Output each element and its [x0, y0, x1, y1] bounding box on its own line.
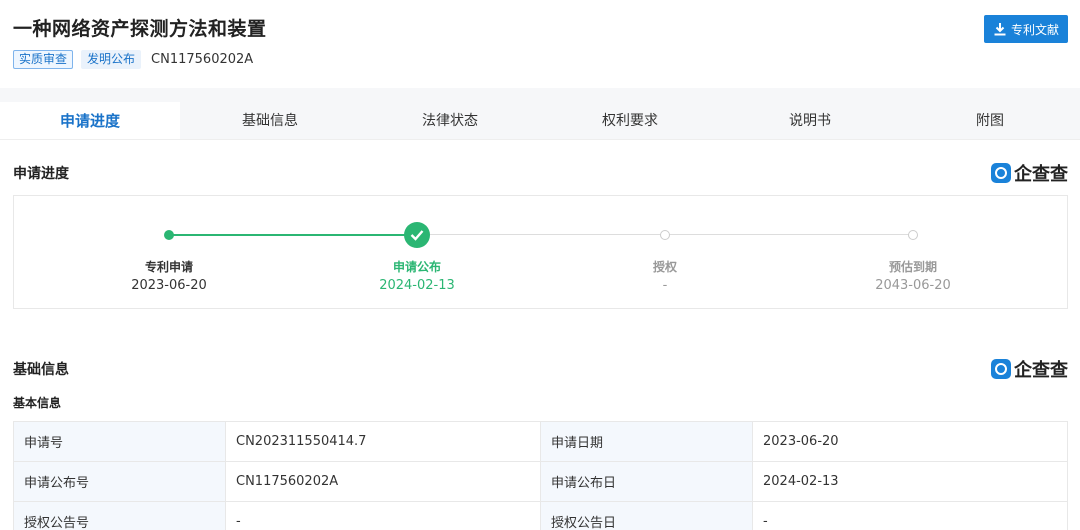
progress-timeline: 专利申请 2023-06-20 申请公布 2024-02-13 授权 - 预估到… — [13, 195, 1068, 309]
step-granted: 授权 - — [585, 258, 745, 293]
brand-logo-basic[interactable]: 企查查 — [991, 356, 1068, 382]
step-dot-applied — [164, 230, 174, 240]
step-label: 授权 — [652, 260, 677, 274]
basic-info-table: 申请号 CN202311550414.7 申请日期 2023-06-20 申请公… — [13, 421, 1068, 530]
field-label: 申请日期 — [540, 421, 753, 462]
field-value: 2023-06-20 — [752, 421, 1068, 462]
step-label: 专利申请 — [144, 260, 193, 274]
table-row: 申请公布号 CN117560202A 申请公布日 2024-02-13 — [13, 461, 1068, 502]
tab-basic-info[interactable]: 基础信息 — [180, 102, 360, 139]
progress-line-done — [169, 234, 417, 236]
patent-document-label: 专利文献 — [1010, 22, 1059, 37]
brand-logo-progress[interactable]: 企查查 — [991, 160, 1068, 186]
step-date: 2043-06-20 — [875, 278, 951, 293]
field-value: - — [752, 501, 1068, 530]
qichacha-logo-icon — [991, 163, 1011, 183]
tab-legal-status[interactable]: 法律状态 — [360, 102, 540, 139]
progress-section-title: 申请进度 — [13, 166, 69, 182]
field-label: 申请公布日 — [540, 461, 753, 502]
status-tag-exam: 实质审查 — [13, 50, 74, 69]
tab-figures[interactable]: 附图 — [900, 102, 1080, 139]
tab-claims[interactable]: 权利要求 — [540, 102, 720, 139]
step-published: 申请公布 2024-02-13 — [337, 258, 497, 293]
tab-bar: 申请进度 基础信息 法律状态 权利要求 说明书 附图 — [0, 102, 1080, 140]
qichacha-logo-icon — [991, 359, 1011, 379]
field-value: CN117560202A — [225, 461, 541, 502]
step-applied: 专利申请 2023-06-20 — [89, 258, 249, 293]
field-label: 授权公告日 — [540, 501, 753, 530]
step-label: 申请公布 — [392, 260, 441, 274]
table-row: 授权公告号 - 授权公告日 - — [13, 501, 1068, 530]
table-row: 申请号 CN202311550414.7 申请日期 2023-06-20 — [13, 421, 1068, 462]
step-expiry: 预估到期 2043-06-20 — [833, 258, 993, 293]
patent-document-button[interactable]: 专利文献 — [984, 15, 1068, 43]
header-divider — [0, 88, 1080, 102]
field-label: 申请公布号 — [13, 461, 226, 502]
basic-subtitle: 基本信息 — [13, 396, 62, 410]
tab-progress[interactable]: 申请进度 — [0, 102, 180, 139]
step-label: 预估到期 — [888, 260, 937, 274]
check-icon — [404, 222, 430, 248]
field-label: 申请号 — [13, 421, 226, 462]
page-header: 一种网络资产探测方法和装置 实质审查 发明公布 CN117560202A 专利文… — [0, 0, 1080, 88]
step-date: 2023-06-20 — [131, 278, 207, 293]
field-label: 授权公告号 — [13, 501, 226, 530]
publication-number: CN117560202A — [151, 52, 254, 67]
field-value: CN202311550414.7 — [225, 421, 541, 462]
field-value: 2024-02-13 — [752, 461, 1068, 502]
status-tags: 实质审查 发明公布 CN117560202A — [13, 50, 253, 69]
basic-section-title: 基础信息 — [13, 362, 69, 378]
tab-description[interactable]: 说明书 — [720, 102, 900, 139]
status-tag-publish: 发明公布 — [81, 50, 142, 69]
step-date: - — [662, 278, 668, 293]
step-date: 2024-02-13 — [379, 278, 455, 293]
brand-name: 企查查 — [1014, 360, 1068, 381]
download-icon — [994, 23, 1006, 36]
step-dot-granted — [660, 230, 670, 240]
patent-title: 一种网络资产探测方法和装置 — [13, 18, 267, 40]
brand-name: 企查查 — [1014, 164, 1068, 185]
step-dot-expiry — [908, 230, 918, 240]
field-value: - — [225, 501, 541, 530]
